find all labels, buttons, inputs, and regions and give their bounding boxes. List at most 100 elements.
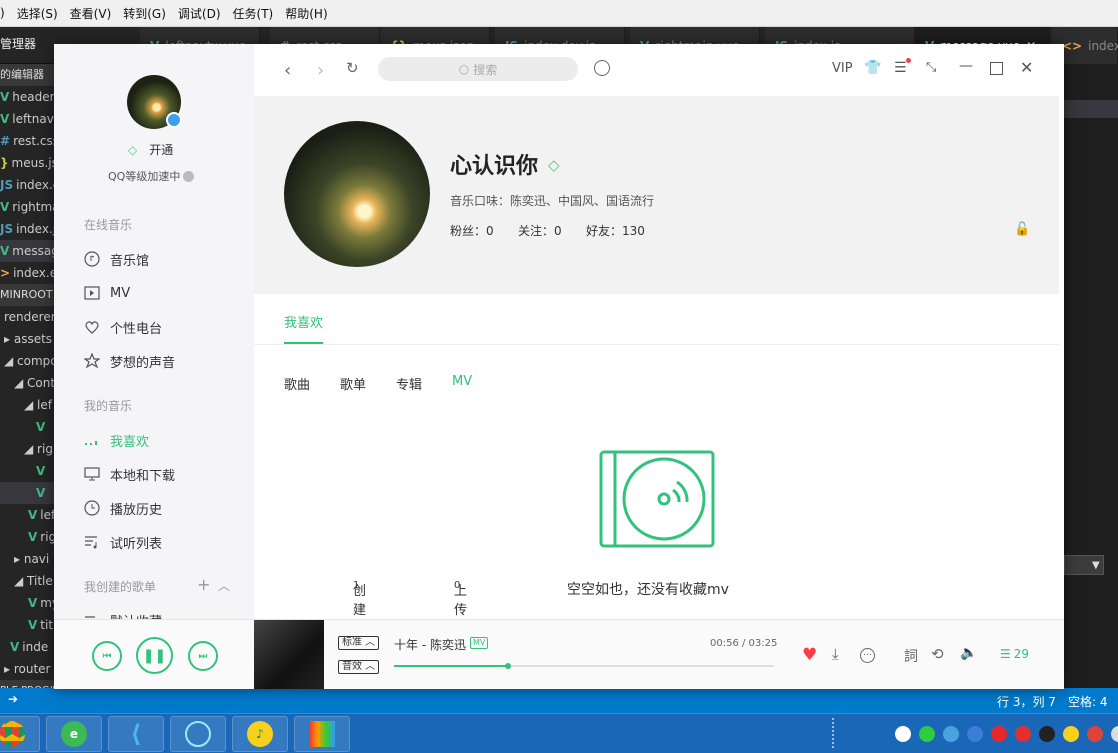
nav-local-download[interactable]: 本地和下载 — [84, 464, 175, 484]
subtab-albums[interactable]: 专辑 — [396, 374, 422, 393]
tree-item[interactable]: ◢ Title — [0, 570, 54, 592]
file-item[interactable]: #rest.css — [0, 130, 54, 152]
maximize-icon[interactable] — [990, 62, 1003, 75]
tab-my-favorites[interactable]: 我喜欢 — [284, 312, 323, 331]
tray-wechat-icon[interactable] — [919, 726, 935, 742]
follow-count[interactable]: 关注：0 — [518, 222, 562, 239]
tray-weibo-icon[interactable] — [991, 726, 1007, 742]
level-status[interactable]: QQ等级加速中 — [108, 168, 195, 184]
add-icon[interactable]: + — [197, 575, 210, 594]
tray-qq-icon[interactable] — [1039, 726, 1055, 742]
tray-chrome-icon[interactable] — [1087, 726, 1103, 742]
remote-icon[interactable]: ➔ — [8, 692, 18, 706]
workspace-root[interactable]: MINROOT — [0, 284, 54, 306]
like-heart-icon[interactable]: ♥ — [802, 645, 817, 665]
electron-icon[interactable] — [170, 716, 226, 752]
chevron-up-icon[interactable]: ︿ — [218, 577, 230, 594]
more-icon[interactable]: … — [860, 648, 875, 663]
file-item[interactable]: } meus.js — [0, 152, 54, 174]
subtab-mv[interactable]: MV — [452, 374, 472, 389]
pause-button[interactable]: ❚❚ — [136, 637, 173, 674]
ie-browser-icon[interactable]: e — [46, 716, 102, 752]
profile-avatar[interactable] — [284, 121, 430, 267]
tray-music-icon[interactable] — [1063, 726, 1079, 742]
nav-dream-voice[interactable]: 梦想的声音 — [84, 351, 175, 371]
tree-item[interactable]: Vinde — [0, 636, 54, 658]
file-item[interactable]: JSindex.d — [0, 174, 54, 196]
subtab-playlists[interactable]: 歌单 — [340, 374, 366, 393]
nav-preview-list[interactable]: 试听列表 — [84, 532, 162, 552]
lyrics-icon[interactable]: 詞 — [904, 646, 918, 666]
tree-item[interactable]: renderer — [0, 306, 54, 328]
file-item[interactable]: Vleftnav — [0, 108, 54, 130]
forward-icon[interactable]: › — [317, 60, 324, 81]
skin-icon[interactable]: 👕 — [864, 60, 881, 76]
download-icon[interactable]: ⤓ — [832, 645, 839, 663]
repeat-icon[interactable]: ⟲ — [931, 645, 944, 663]
refresh-icon[interactable]: ↻ — [346, 59, 359, 77]
outline-header[interactable]: PLE PROC/M — [0, 680, 54, 688]
tree-item[interactable]: Vtitl — [0, 614, 54, 636]
tree-item[interactable]: ▸ router — [0, 658, 54, 680]
paint-app-icon[interactable] — [294, 716, 350, 752]
progress-track[interactable] — [394, 663, 774, 669]
menu-item[interactable]: ) — [0, 6, 5, 20]
tray-network-icon[interactable] — [943, 726, 959, 742]
menu-item[interactable]: 选择(S) — [17, 5, 58, 22]
track-title[interactable]: 十年 - 陈奕迅 — [394, 636, 466, 653]
indent-setting[interactable]: 空格: 4 — [1068, 693, 1108, 710]
tree-item[interactable]: ▸ assets — [0, 328, 54, 350]
mv-badge[interactable]: MV — [470, 637, 489, 649]
tree-item[interactable]: ◢ rig — [0, 438, 54, 460]
album-cover[interactable] — [254, 620, 324, 689]
mini-mode-icon[interactable]: ⤡ — [926, 60, 936, 75]
tray-app-icon[interactable] — [967, 726, 983, 742]
vscode-icon[interactable]: ⟨ — [108, 716, 164, 752]
tree-item[interactable]: Vrig — [0, 526, 54, 548]
tray-shield-icon[interactable] — [895, 726, 911, 742]
nav-mv[interactable]: MV — [84, 283, 130, 303]
progress-handle[interactable] — [505, 663, 511, 669]
tree-item[interactable]: V — [0, 416, 54, 438]
tray-chat-icon[interactable] — [1111, 726, 1118, 742]
subtab-songs[interactable]: 歌曲 — [284, 374, 310, 393]
tray-beats-icon[interactable] — [1015, 726, 1031, 742]
friends-count[interactable]: 好友：130 — [586, 222, 645, 239]
tree-item[interactable]: ◢ Cont — [0, 372, 54, 394]
file-item[interactable]: Vmessag — [0, 240, 54, 262]
vip-link[interactable]: VIP — [832, 61, 853, 76]
menu-item[interactable]: 帮助(H) — [285, 5, 327, 22]
recognize-icon[interactable] — [594, 60, 610, 76]
menu-item[interactable]: 调试(D) — [178, 5, 221, 22]
tree-item[interactable]: ▸ navi — [0, 548, 54, 570]
vip-diamond-icon[interactable]: ◇ — [548, 156, 560, 174]
chevron-down-icon[interactable]: ▼ — [1092, 560, 1100, 571]
tree-item[interactable]: Vlef — [0, 504, 54, 526]
unlock-icon[interactable]: 🔓 — [1014, 222, 1030, 237]
cursor-position[interactable]: 行 3，列 7 — [997, 693, 1056, 710]
nav-radio[interactable]: 个性电台 — [84, 317, 162, 337]
qq-music-icon[interactable]: ♪ — [232, 716, 288, 752]
next-button[interactable]: ⏭ — [188, 641, 218, 671]
open-vip-link[interactable]: ◇ 开通 — [128, 141, 173, 158]
tree-item[interactable]: V — [0, 460, 54, 482]
nav-my-favorites[interactable]: 我喜欢 — [84, 430, 149, 450]
effect-toggle[interactable]: 音效 ︿ — [338, 660, 380, 674]
nav-music-hall[interactable]: 音乐馆 — [84, 249, 149, 269]
menu-item[interactable]: 转到(G) — [123, 5, 166, 22]
tree-item[interactable]: ◢ lef — [0, 394, 54, 416]
tree-item[interactable]: ◢ compo — [0, 350, 54, 372]
tree-item[interactable]: V — [0, 482, 54, 504]
file-item[interactable]: > index.e — [0, 262, 54, 284]
chrome-icon[interactable] — [0, 716, 40, 752]
search-input[interactable]: ○ 搜索 — [378, 57, 578, 81]
menu-item[interactable]: 查看(V) — [70, 5, 112, 22]
menu-icon[interactable]: ☰ — [894, 60, 907, 76]
tree-item[interactable]: Vmy — [0, 592, 54, 614]
close-icon[interactable]: ✕ — [1020, 58, 1033, 77]
file-item[interactable]: Vrightma — [0, 196, 54, 218]
back-icon[interactable]: ‹ — [284, 60, 291, 81]
quality-toggle[interactable]: 标准 ︿ — [338, 636, 380, 650]
open-editors-header[interactable]: 的编辑器 — [0, 64, 54, 86]
menu-item[interactable]: 任务(T) — [233, 5, 274, 22]
